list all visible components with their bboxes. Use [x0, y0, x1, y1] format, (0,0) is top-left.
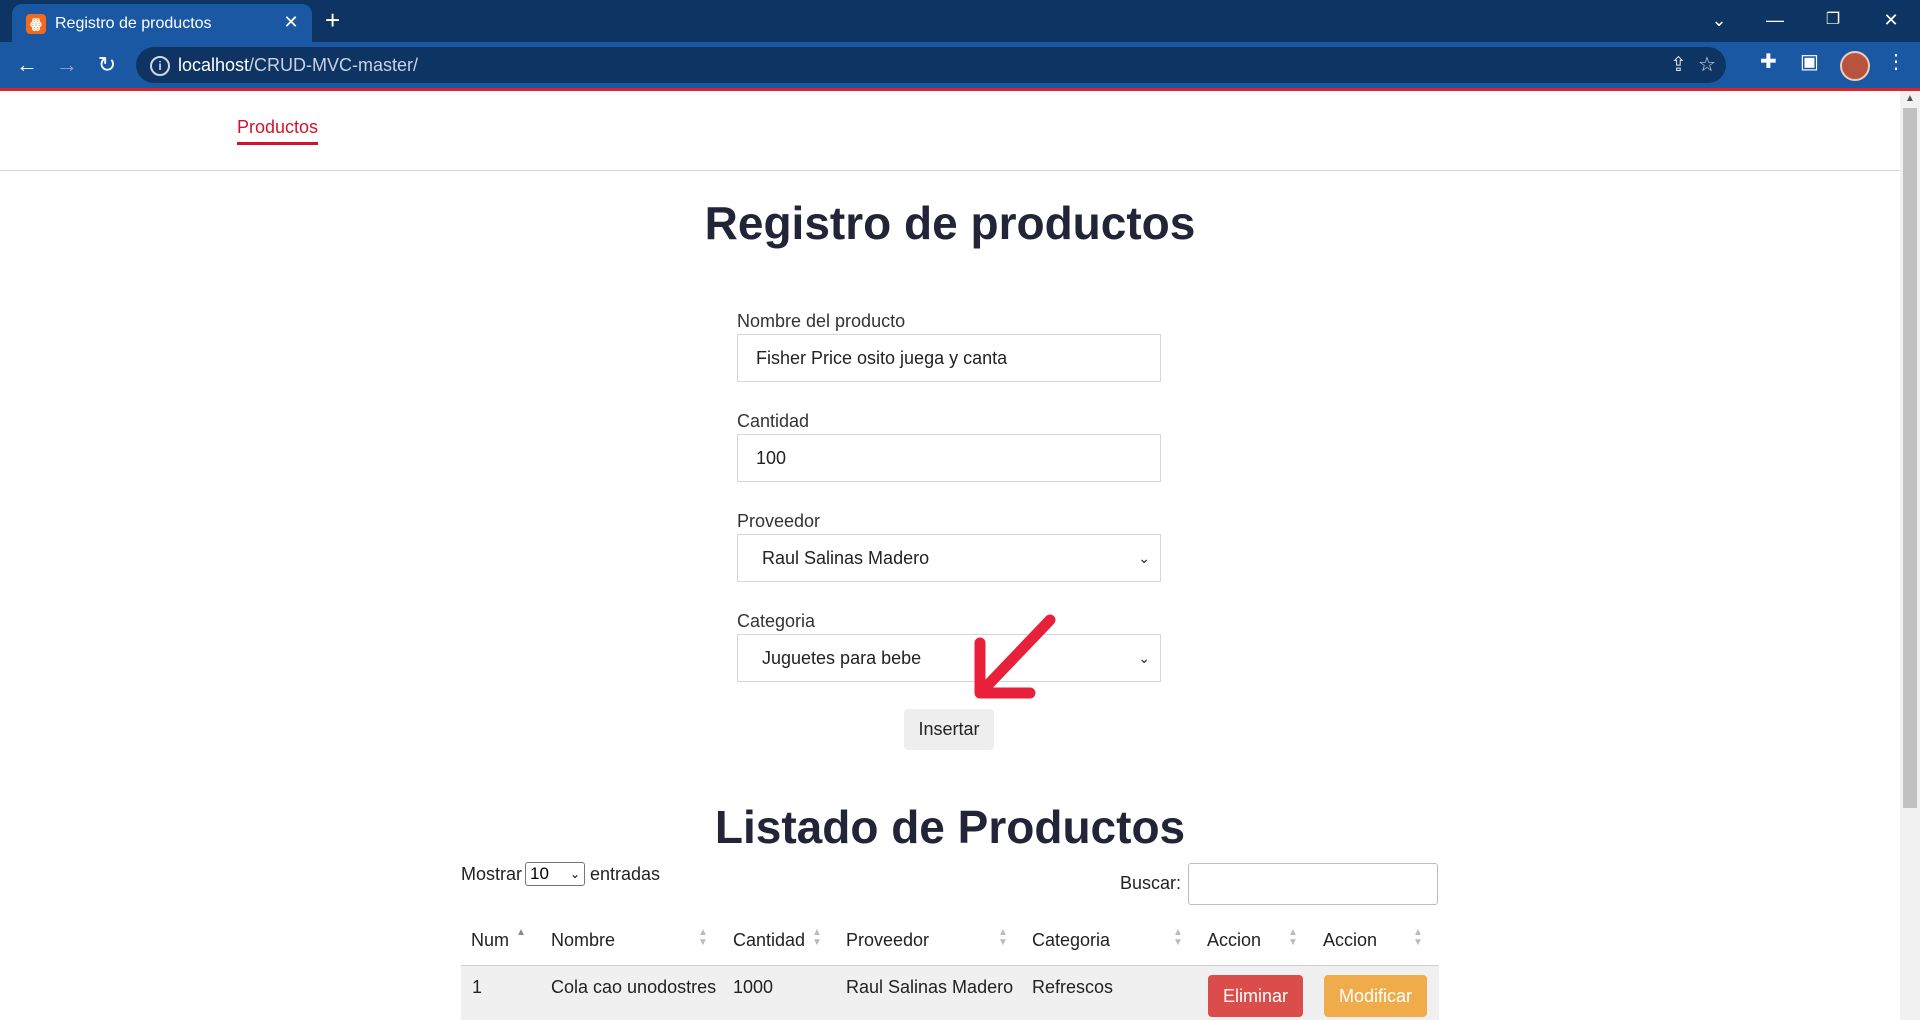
tab-close-icon[interactable]: ✕	[280, 11, 302, 33]
sort-icon: ▲ ▼	[812, 927, 822, 948]
quantity-input[interactable]: 100	[737, 434, 1161, 482]
tab-search-icon[interactable]: ⌄	[1704, 8, 1734, 32]
entries-select[interactable]: 10 ⌄	[525, 862, 585, 886]
reload-icon[interactable]: ↻	[92, 50, 122, 80]
column-header-nombre[interactable]: Nombre	[551, 930, 615, 951]
back-icon[interactable]: ←	[12, 50, 42, 80]
sort-icon: ▲ ▼	[998, 927, 1008, 948]
sort-icon: ▲ ▼	[1413, 927, 1423, 948]
share-icon[interactable]: ⇪	[1670, 53, 1687, 77]
entries-label: entradas	[590, 864, 661, 884]
extensions-icon[interactable]: ✚	[1760, 50, 1777, 74]
close-icon[interactable]: ✕	[1876, 8, 1906, 32]
nav-link-productos[interactable]: Productos	[237, 117, 319, 145]
minimize-icon[interactable]: —	[1760, 8, 1790, 32]
browser-toolbar: ← → ↻ i localhost/CRUD-MVC-master/ ⇪ ☆	[0, 42, 1920, 88]
cell-num: 1	[472, 977, 483, 997]
sidepanel-icon[interactable]: ▣	[1800, 50, 1819, 74]
cell-proveedor: Raul Salinas Madero	[846, 977, 1014, 997]
tab-title: Registro de productos	[55, 15, 212, 32]
avatar[interactable]	[1840, 51, 1870, 81]
info-icon[interactable]: i	[150, 56, 170, 76]
address-bar[interactable]: i localhost/CRUD-MVC-master/ ⇪ ☆	[136, 47, 1726, 83]
column-header-cantidad[interactable]: Cantidad	[733, 930, 805, 951]
sort-icon: ▲ ▼	[698, 927, 708, 948]
page-navbar: Productos	[0, 91, 1900, 171]
column-header-num[interactable]: Num	[471, 930, 509, 951]
column-header-proveedor[interactable]: Proveedor	[846, 930, 929, 951]
chevron-down-icon: ⌄	[1138, 550, 1150, 566]
supplier-select-value: Raul Salinas Madero	[762, 548, 930, 568]
column-header-accion-2[interactable]: Accion	[1323, 930, 1377, 951]
new-tab-icon[interactable]: +	[325, 7, 340, 33]
quantity-label: Cantidad	[737, 411, 810, 431]
cell-categoria: Refrescos	[1032, 977, 1114, 997]
page-title: Registro de productos	[704, 197, 1196, 249]
sort-icon: ▲ ▼	[1173, 927, 1183, 948]
scrollbar-thumb[interactable]	[1903, 108, 1917, 808]
url-host: localhost	[178, 55, 250, 75]
category-select-value: Juguetes para bebe	[762, 648, 922, 668]
category-select[interactable]: Juguetes para bebe ⌄	[737, 634, 1161, 682]
forward-icon[interactable]: →	[52, 50, 82, 80]
sort-icon: ▲ ▼	[1288, 927, 1298, 948]
column-header-accion[interactable]: Accion	[1207, 930, 1261, 951]
delete-button[interactable]: Eliminar	[1208, 975, 1303, 1017]
browser-tabbar: ꙮ Registro de productos ✕ + ⌄ — ❐ ✕	[0, 0, 1920, 42]
chevron-down-icon: ⌄	[569, 867, 580, 881]
url-text[interactable]: localhost/CRUD-MVC-master/	[178, 55, 418, 75]
chevron-down-icon: ⌄	[1138, 650, 1150, 666]
list-title: Listado de Productos	[714, 801, 1186, 853]
browser-tab[interactable]: ꙮ Registro de productos ✕	[12, 4, 312, 42]
entries-select-value: 10	[530, 864, 549, 883]
cell-cantidad: 1000	[733, 977, 774, 997]
supplier-label: Proveedor	[737, 511, 821, 531]
cell-nombre: Cola cao unodostres	[551, 977, 717, 997]
restore-icon[interactable]: ❐	[1818, 8, 1848, 32]
column-header-categoria[interactable]: Categoria	[1032, 930, 1110, 951]
modify-button[interactable]: Modificar	[1324, 975, 1427, 1017]
url-path: /CRUD-MVC-master/	[249, 55, 419, 75]
star-icon[interactable]: ☆	[1698, 53, 1716, 77]
product-name-input[interactable]: Fisher Price osito juega y canta	[737, 334, 1161, 382]
name-label: Nombre del producto	[737, 311, 906, 331]
show-label: Mostrar	[461, 864, 523, 884]
search-label: Buscar:	[1120, 873, 1182, 893]
category-label: Categoria	[737, 611, 816, 631]
search-input[interactable]	[1188, 863, 1438, 905]
insert-button[interactable]: Insertar	[904, 709, 994, 750]
scroll-up-icon[interactable]: ▲	[1900, 91, 1920, 107]
supplier-select[interactable]: Raul Salinas Madero ⌄	[737, 534, 1161, 582]
sort-asc-icon: ▲	[516, 927, 526, 938]
menu-icon[interactable]: ⋮	[1886, 50, 1906, 74]
xampp-favicon-icon: ꙮ	[26, 14, 46, 34]
